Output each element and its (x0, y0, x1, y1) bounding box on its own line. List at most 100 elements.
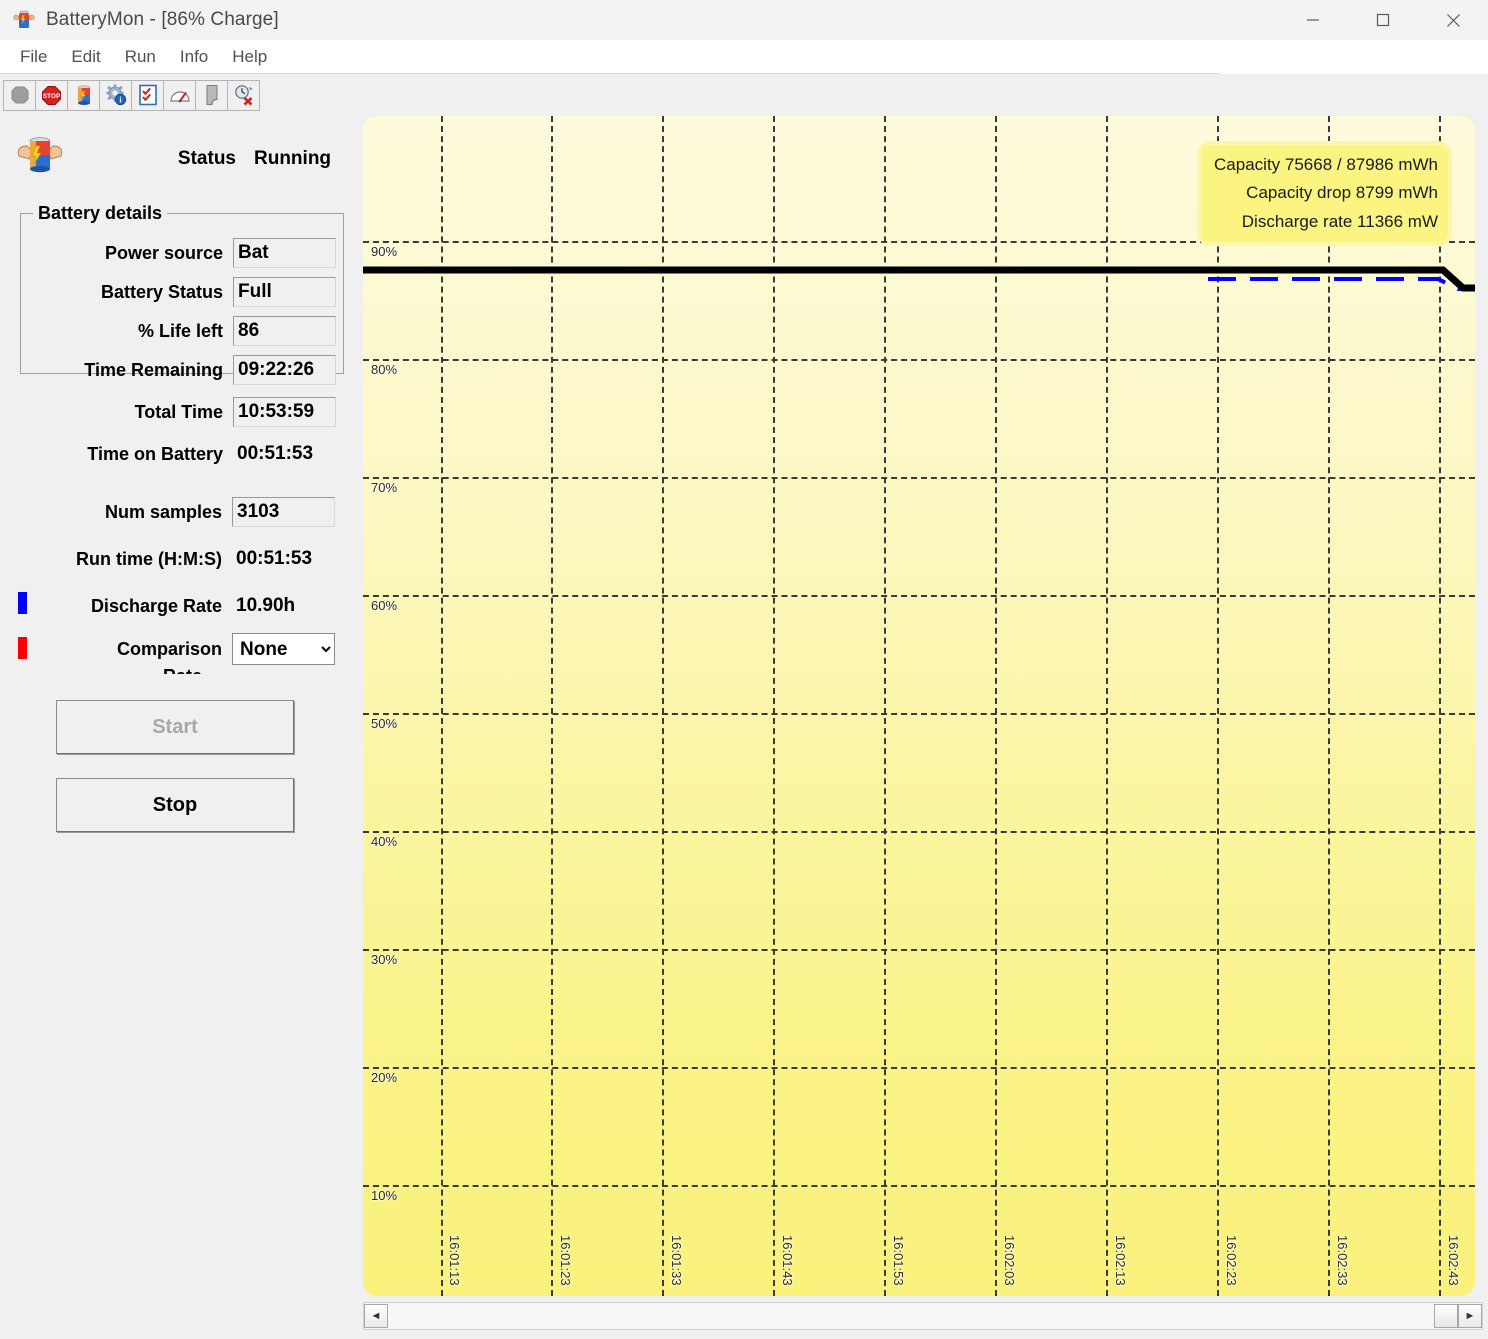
x-tick-label: 16:02:33 (1335, 1235, 1350, 1286)
time-on-battery-value: 00:51:53 (237, 443, 314, 464)
horizontal-gridline (363, 949, 1475, 951)
horizontal-gridline (363, 595, 1475, 597)
comparison-rate-select[interactable]: None (232, 633, 335, 665)
clipboard-check-icon[interactable] (131, 79, 164, 111)
stop-sign-icon[interactable]: STOP (35, 79, 68, 111)
sidebar: Status Running Battery details Power sou… (0, 116, 355, 1339)
time-remaining-value[interactable]: 09:22:26 (233, 355, 336, 385)
battery-charge-chart[interactable]: 90% 80% 70% 60% 50% 40% 30% 20% 10% 16:0… (363, 116, 1475, 1296)
annotation-capacity-drop: Capacity drop 8799 mWh (1246, 183, 1438, 203)
battery-muscle-icon (12, 8, 36, 32)
life-left-value[interactable]: 86 (233, 316, 336, 346)
life-left-label: % Life left (137, 320, 223, 341)
charge-percent-series (363, 266, 1475, 292)
horizontal-gridline (363, 831, 1475, 833)
power-source-value[interactable]: Bat (233, 238, 336, 268)
field-time-on-battery: Time on Battery 00:51:53 (21, 439, 343, 469)
y-tick-label: 80% (371, 362, 398, 377)
horizontal-gridline (363, 713, 1475, 715)
scroll-left-arrow-icon[interactable]: ◄ (364, 1304, 388, 1328)
power-source-label: Power source (104, 242, 223, 263)
horizontal-gridline (363, 477, 1475, 479)
time-remaining-label: Time Remaining (84, 359, 223, 380)
minimize-button[interactable] (1278, 0, 1348, 40)
total-time-value[interactable]: 10:53:59 (233, 397, 336, 427)
chart-annotation-tooltip: Capacity 75668 / 87986 mWh Capacity drop… (1197, 141, 1452, 246)
x-tick-label: 16:02:23 (1224, 1235, 1239, 1286)
battery-icon[interactable] (67, 79, 100, 111)
window-controls (1278, 0, 1488, 40)
x-tick-label: 16:02:13 (1113, 1235, 1128, 1286)
total-time-label: Total Time (134, 401, 223, 422)
field-discharge-rate: Discharge Rate 10.90h (0, 591, 355, 621)
scroll-right-arrow-icon[interactable]: ► (1458, 1304, 1482, 1328)
field-total-time: Total Time 10:53:59 (21, 397, 343, 427)
field-time-remaining: Time Remaining 09:22:26 (21, 355, 343, 385)
num-samples-value[interactable]: 3103 (232, 497, 335, 527)
vertical-gridline (773, 116, 775, 1296)
chart-series-layer (363, 266, 1475, 292)
x-tick-label: 16:02:03 (1002, 1235, 1017, 1286)
gear-info-icon[interactable]: i (99, 79, 132, 111)
y-tick-label: 60% (371, 598, 398, 613)
vertical-gridline (441, 116, 443, 1296)
discharge-rate-series (1208, 277, 1475, 291)
main-content: Status Running Battery details Power sou… (0, 116, 1488, 1339)
y-tick-label: 20% (371, 1070, 398, 1085)
time-on-battery-label: Time on Battery (87, 443, 223, 464)
run-time-label: Run time (H:M:S) (76, 548, 222, 569)
battery-status-label: Battery Status (100, 281, 223, 302)
battery-details-group: Battery details Power source Bat Battery… (20, 203, 344, 464)
clock-delete-icon[interactable] (227, 79, 260, 111)
status-label: Status (177, 148, 236, 169)
close-button[interactable] (1418, 0, 1488, 40)
x-tick-label: 16:01:23 (558, 1235, 573, 1286)
y-tick-label: 40% (371, 834, 398, 849)
comparison-rate-label: Comparison (116, 638, 222, 659)
y-tick-label: 30% (371, 952, 398, 967)
menu-item-info[interactable]: Info (168, 44, 220, 70)
toolbar: STOP i (0, 74, 1488, 116)
battery-status-value[interactable]: Full (233, 277, 336, 307)
start-button[interactable]: Start (56, 700, 294, 754)
menu-item-run[interactable]: Run (113, 44, 168, 70)
menu-item-help[interactable]: Help (220, 44, 279, 70)
y-tick-label: 90% (371, 244, 398, 259)
field-comparison-rate: Comparison None (0, 633, 355, 665)
horizontal-gridline (363, 1185, 1475, 1187)
chart-area: 90% 80% 70% 60% 50% 40% 30% 20% 10% 16:0… (363, 116, 1475, 1296)
svg-text:STOP: STOP (43, 93, 61, 100)
x-tick-label: 16:02:43 (1446, 1235, 1461, 1286)
comparison-rate-label-clipped: Rate (0, 665, 212, 674)
title-bar: BatteryMon - [86% Charge] (0, 0, 1488, 40)
vertical-gridline (662, 116, 664, 1296)
run-time-value: 00:51:53 (236, 548, 313, 569)
vertical-gridline (995, 116, 997, 1296)
window-title: BatteryMon - [86% Charge] (46, 9, 279, 30)
discharge-rate-value: 10.90h (236, 595, 296, 616)
scrollbar-track[interactable] (388, 1303, 1434, 1329)
chart-horizontal-scrollbar[interactable]: ◄ ► (363, 1302, 1483, 1330)
grey-octagon-icon[interactable] (3, 79, 36, 111)
field-run-time: Run time (H:M:S) 00:51:53 (0, 544, 355, 574)
horizontal-gridline (363, 1067, 1475, 1069)
field-num-samples: Num samples 3103 (0, 497, 355, 527)
menu-item-file[interactable]: File (8, 44, 59, 70)
menu-item-edit[interactable]: Edit (59, 44, 112, 70)
maximize-button[interactable] (1348, 0, 1418, 40)
page-curl-icon[interactable] (195, 79, 228, 111)
x-tick-label: 16:01:33 (669, 1235, 684, 1286)
stop-button[interactable]: Stop (56, 778, 294, 832)
vertical-gridline (1328, 116, 1330, 1296)
scrollbar-thumb[interactable] (1434, 1304, 1458, 1328)
y-tick-label: 70% (371, 480, 398, 495)
x-tick-label: 16:01:53 (891, 1235, 906, 1286)
horizontal-gridline (363, 359, 1475, 361)
gauge-icon[interactable] (163, 79, 196, 111)
vertical-gridline (1217, 116, 1219, 1296)
x-tick-label: 16:01:13 (447, 1235, 462, 1286)
vertical-gridline (1106, 116, 1108, 1296)
menu-bar: File Edit Run Info Help (0, 40, 1488, 74)
vertical-gridline (551, 116, 553, 1296)
annotation-discharge-rate: Discharge rate 11366 mW (1241, 211, 1438, 231)
